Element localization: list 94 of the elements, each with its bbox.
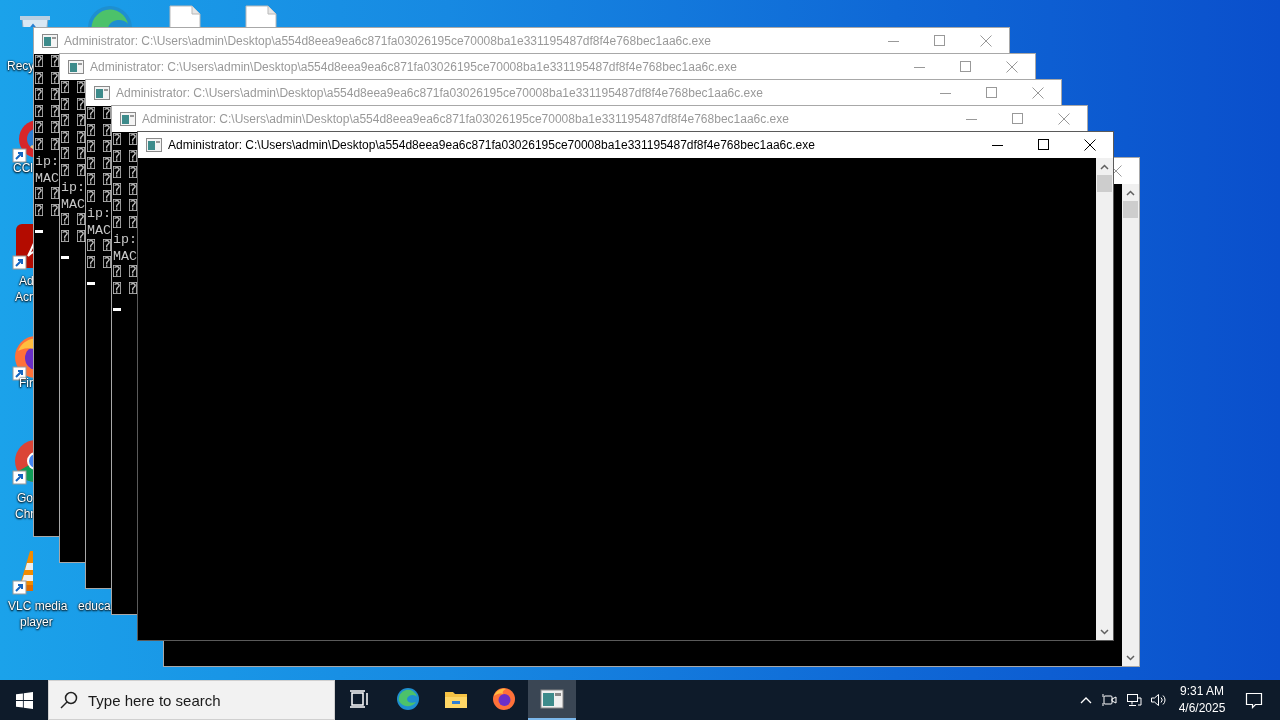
console-line: ⍰ ⍰: [113, 215, 138, 232]
console-line: ⍰ ⍰: [113, 281, 138, 298]
chevron-up-icon: [1126, 189, 1135, 196]
maximize-icon: [1012, 113, 1024, 125]
console-line: ⍰ ⍰: [113, 149, 138, 166]
console-line: MAC: [61, 196, 85, 213]
console-line: ⍰ ⍰: [61, 81, 86, 98]
window-title: Administrator: C:\Users\admin\Desktop\a554d8eea9ea6c871fa03026195ce70008ba1e331195487df8f4e768bec1aa6c.exe: [64, 34, 712, 48]
icon-label: educa: [78, 598, 111, 614]
speaker-icon: [1150, 692, 1166, 708]
icon-label: Go: [17, 490, 33, 506]
network-icon: [1126, 692, 1142, 708]
console-line: MAC: [87, 222, 111, 239]
console-line: ⍰ ⍰: [35, 203, 60, 220]
console-line: ⍰ ⍰: [87, 255, 112, 272]
console-line: ⍰ ⍰: [61, 229, 86, 246]
icon-label: Fir: [19, 375, 33, 391]
console-line: ⍰ ⍰: [113, 133, 138, 150]
icon-label: Chr: [15, 506, 35, 522]
console-line: ⍰ ⍰: [35, 137, 60, 154]
console-line: ⍰ ⍰: [113, 199, 138, 216]
scroll-thumb[interactable]: [1097, 175, 1112, 192]
close-icon: [1006, 61, 1018, 73]
console-line: ⍰ ⍰: [61, 97, 86, 114]
close-icon: [980, 35, 992, 47]
windows-logo-icon: [15, 691, 33, 709]
console-line: ip:: [35, 154, 59, 171]
console-line: ⍰ ⍰: [87, 123, 112, 140]
console-icon: [68, 60, 84, 74]
title-bar[interactable]: Administrator: C:\Users\admin\Desktop\a554d8eea9ea6c871fa03026195ce70008ba1e331195487df8f4e768bec1aa6c.exe: [112, 106, 1087, 132]
browser-icon: [396, 687, 420, 711]
chevron-up-icon: [1100, 163, 1109, 170]
window-title: Administrator: C:\Users\admin\Desktop\a554d8eea9ea6c871fa03026195ce70008ba1e331195487df8f4e768bec1aa6c.exe: [142, 112, 790, 126]
console-line: ⍰ ⍰: [35, 55, 60, 72]
console-icon: [540, 687, 564, 711]
console-line: ⍰ ⍰: [61, 114, 86, 131]
console-line: ⍰ ⍰: [113, 265, 138, 282]
console-line: ⍰ ⍰: [35, 88, 60, 105]
window-title: Administrator: C:\Users\admin\Desktop\a554d8eea9ea6c871fa03026195ce70008ba1e331195487df8f4e768bec1aa6c.exe: [116, 86, 764, 100]
maximize-icon: [960, 61, 972, 73]
console-icon: [42, 34, 58, 48]
search-icon: [60, 691, 78, 709]
console-line: ⍰ ⍰: [113, 182, 138, 199]
console-icon: [94, 86, 110, 100]
console-line: ip:: [87, 206, 111, 223]
browser-icon: [492, 687, 516, 711]
console-line: ⍰ ⍰: [87, 189, 112, 206]
scroll-thumb[interactable]: [1123, 201, 1138, 218]
icon-label: player: [20, 614, 53, 630]
scroll-bar[interactable]: [1122, 184, 1139, 666]
maximize-icon: [934, 35, 946, 47]
console-line: ⍰ ⍰: [87, 156, 112, 173]
console-line: ⍰ ⍰: [61, 147, 86, 164]
console-line: ip:: [113, 232, 137, 249]
console-line: MAC: [35, 170, 59, 187]
close-icon: [1032, 87, 1044, 99]
console-line: ⍰ ⍰: [61, 163, 86, 180]
window-title: Administrator: C:\Users\admin\Desktop\a554d8eea9ea6c871fa03026195ce70008ba1e331195487df8f4e768bec1aa6c.exe: [168, 138, 816, 152]
title-bar[interactable]: Administrator: C:\Users\admin\Desktop\a554d8eea9ea6c871fa03026195ce70008ba1e331195487df8f4e768bec1aa6c.exe: [138, 132, 1113, 158]
clock[interactable]: 9:31 AM 4/6/2025: [1170, 680, 1234, 720]
close-icon: [1058, 113, 1070, 125]
icon-label: CCl: [13, 160, 33, 176]
icon-label: Acr: [15, 289, 33, 305]
console-line: ⍰ ⍰: [87, 173, 112, 190]
chevron-down-icon: [1100, 628, 1109, 635]
maximize-icon: [1038, 139, 1050, 151]
console-line: ⍰ ⍰: [35, 104, 60, 121]
icon-label: Recy: [7, 58, 35, 74]
console-line: ⍰ ⍰: [61, 213, 86, 230]
console-line: ⍰ ⍰: [61, 130, 86, 147]
speech-bubble-icon: [1244, 690, 1264, 710]
search-field[interactable]: Type here to search: [48, 680, 335, 720]
console-line: ⍰ ⍰: [35, 71, 60, 88]
console-line: ip:: [61, 180, 85, 197]
console-line: ⍰ ⍰: [87, 140, 112, 157]
close-icon: [1114, 165, 1122, 177]
console-line: ⍰ ⍰: [35, 121, 60, 138]
close-icon: [1084, 139, 1096, 151]
taskbar-app-button[interactable]: [528, 680, 576, 720]
icon-label: Ad: [19, 273, 34, 289]
console-icon: [146, 138, 162, 152]
console-line: ⍰ ⍰: [35, 187, 60, 204]
window-title: Administrator: C:\Users\admin\Desktop\a554d8eea9ea6c871fa03026195ce70008ba1e331195487df8f4e768bec1aa6c.exe: [90, 60, 738, 74]
chevron-down-icon: [1126, 654, 1135, 661]
scroll-bar[interactable]: [1096, 158, 1113, 640]
console-line: MAC: [113, 248, 137, 265]
icon-label: VLC media: [8, 598, 68, 614]
console-icon: [120, 112, 136, 126]
maximize-icon: [986, 87, 998, 99]
console-line: ⍰ ⍰: [87, 107, 112, 124]
console-line: ⍰ ⍰: [113, 166, 138, 183]
app-icon[interactable]: [12, 222, 33, 270]
console-line: ⍰ ⍰: [87, 239, 112, 256]
webcam-icon: [1102, 692, 1118, 708]
